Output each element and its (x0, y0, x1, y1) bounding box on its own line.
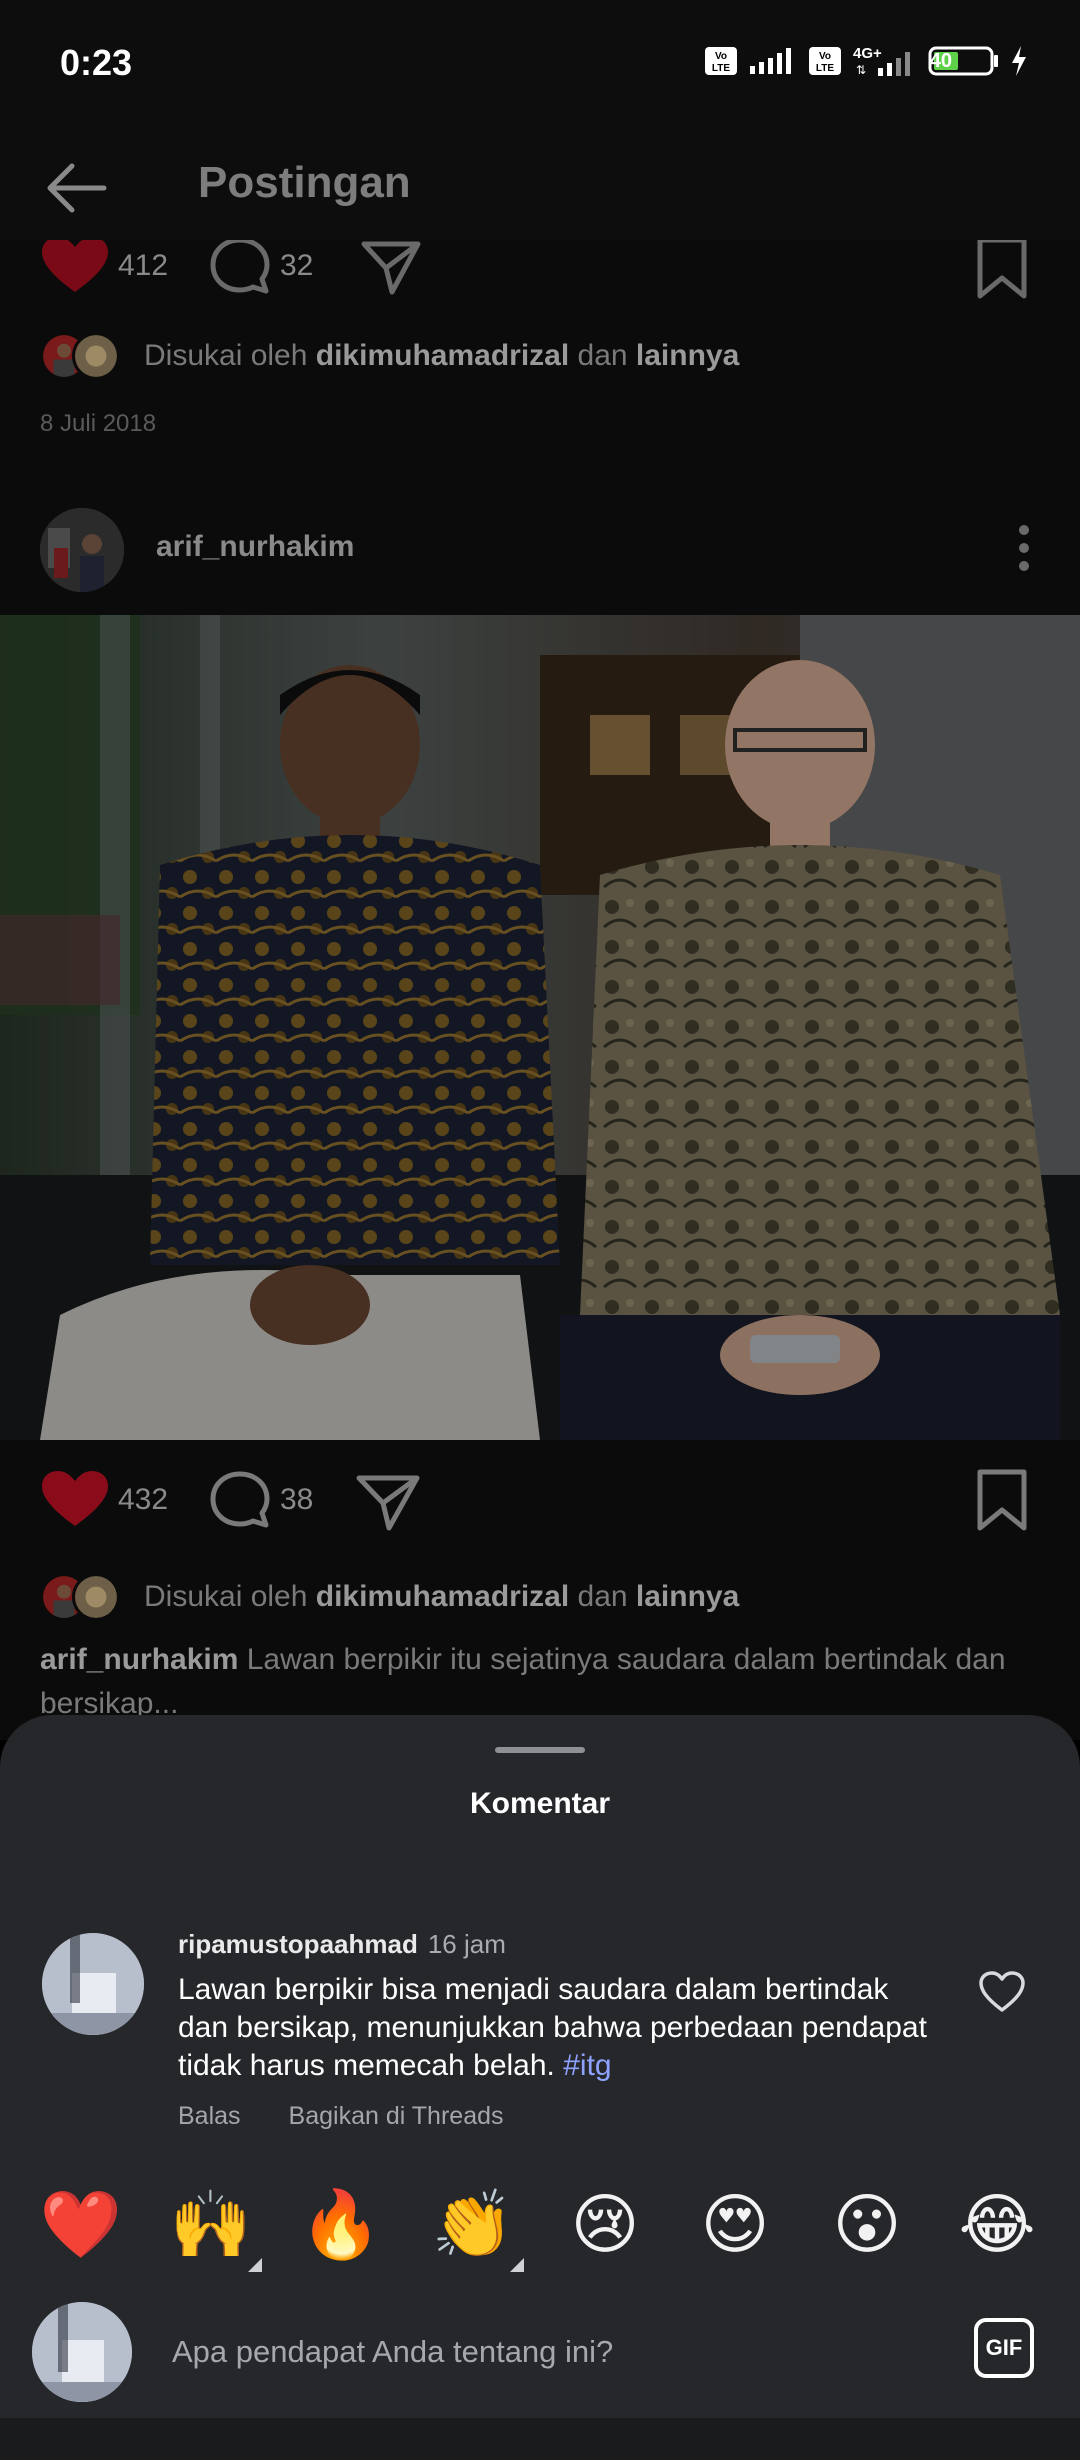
post-actions: 432 38 (0, 1460, 1080, 1550)
post-caption[interactable]: arif_nurhakim Lawan berpikir itu sejatin… (40, 1638, 1050, 1726)
back-arrow-icon[interactable] (40, 152, 112, 224)
navigation-bar (0, 2418, 1080, 2460)
share-icon[interactable] (355, 1472, 421, 1532)
comment-button[interactable]: 38 (208, 1470, 313, 1530)
gif-button[interactable]: GIF (974, 2318, 1034, 2378)
prev-liked-by[interactable]: Disukai oleh dikimuhamadrizal dan lainny… (40, 332, 739, 380)
comments-sheet: Komentar ripamustopaahmad 16 jam Lawan be… (0, 1715, 1080, 2460)
comment-count: 38 (280, 1483, 314, 1516)
post-avatar[interactable] (40, 508, 124, 592)
prev-comment-button[interactable]: 32 (208, 240, 313, 296)
charging-icon (1012, 46, 1026, 76)
post-username[interactable]: arif_nurhakim (156, 530, 354, 564)
caption-username[interactable]: arif_nurhakim (40, 1643, 238, 1676)
comment-actions: Balas Bagikan di Threads (178, 2102, 504, 2131)
comment-item: ripamustopaahmad 16 jam Lawan berpikir bi… (0, 1915, 1080, 2145)
commenter-avatar[interactable] (42, 1933, 144, 2035)
emoji-fire[interactable]: 🔥 (296, 2180, 386, 2270)
more-options-icon[interactable] (1004, 518, 1044, 578)
post-photo[interactable] (0, 615, 1080, 1440)
app-header: Postingan (0, 130, 1080, 240)
liked-by-text: Disukai oleh dikimuhamadrizal dan lainny… (144, 1580, 740, 1613)
signal-icon (750, 48, 791, 74)
post-feed[interactable]: 412 32 Disukai oleh dikimuhamadrizal dan… (0, 240, 1080, 1740)
reply-button[interactable]: Balas (178, 2102, 241, 2131)
svg-text:Vo: Vo (819, 51, 831, 62)
sheet-title: Komentar (469, 1787, 611, 1820)
emoji-raising-hands[interactable]: 🙌 (166, 2180, 262, 2272)
svg-text:LTE: LTE (816, 63, 834, 74)
like-count: 432 (118, 1483, 169, 1516)
heart-filled-icon (42, 1471, 108, 1526)
heart-filled-icon (42, 240, 108, 292)
emoji-surprised-face[interactable]: 😮 (822, 2180, 912, 2270)
status-time: 0:23 (60, 42, 133, 83)
avatar (72, 332, 120, 380)
emoji-tears-of-joy[interactable]: 😂 (952, 2180, 1042, 2270)
heart-outline-icon[interactable] (978, 1970, 1026, 2014)
current-user-avatar (32, 2302, 132, 2402)
emoji-heart-eyes[interactable]: 😍 (690, 2180, 780, 2270)
comment-input-row: Apa pendapat Anda tentang ini? GIF (0, 2290, 1080, 2410)
status-bar: 0:23 Vo LTE Vo LTE 4G+ ⇅ 40 (0, 0, 1080, 130)
prev-like-button[interactable]: 412 (40, 240, 168, 296)
like-button[interactable]: 432 (40, 1470, 168, 1530)
bookmark-icon[interactable] (976, 1468, 1028, 1532)
battery-level: 40 (929, 50, 952, 72)
svg-text:Vo: Vo (715, 51, 727, 62)
volte-icon: VoLTE (705, 47, 737, 75)
prev-post-actions: 412 32 (0, 240, 1080, 316)
comment-text: Lawan berpikir bisa menjadi saudara dala… (178, 1973, 927, 2082)
post-date: 8 Juli 2018 (40, 410, 157, 437)
post-header: arif_nurhakim (0, 490, 1080, 600)
comment-input[interactable]: Apa pendapat Anda tentang ini? (172, 2334, 613, 2370)
comment-time: 16 jam (427, 1929, 506, 1959)
sheet-drag-handle[interactable] (495, 1747, 585, 1753)
volte-icon-2: VoLTE (809, 47, 841, 75)
svg-text:4G+: 4G+ (853, 45, 882, 62)
comment-icon (210, 240, 270, 294)
hashtag-link[interactable]: #itg (563, 2049, 611, 2082)
prev-like-count: 412 (118, 249, 169, 282)
quick-emoji-row: ❤️ 🙌 🔥 👏 😢 😍 😮 😂 (0, 2180, 1080, 2280)
liked-by[interactable]: Disukai oleh dikimuhamadrizal dan lainny… (40, 1573, 739, 1621)
share-threads-button[interactable]: Bagikan di Threads (289, 2102, 504, 2131)
liked-by-text: Disukai oleh dikimuhamadrizal dan lainny… (144, 339, 740, 372)
svg-text:LTE: LTE (712, 63, 730, 74)
signal-4g-icon: 4G+⇅ (853, 45, 910, 77)
svg-text:⇅: ⇅ (856, 63, 866, 77)
emoji-crying-face[interactable]: 😢 (560, 2180, 650, 2270)
emoji-red-heart[interactable]: ❤️ (36, 2180, 126, 2270)
status-icons: Vo LTE Vo LTE 4G+ ⇅ 40 (704, 44, 1028, 78)
comment-icon (210, 1471, 270, 1528)
avatar (72, 1573, 120, 1621)
emoji-clapping-hands[interactable]: 👏 (428, 2180, 524, 2272)
share-icon[interactable] (360, 240, 422, 296)
bookmark-icon[interactable] (976, 240, 1028, 300)
commenter-username[interactable]: ripamustopaahmad 16 jam (178, 1929, 506, 1960)
page-title: Postingan (198, 158, 411, 207)
prev-comment-count: 32 (280, 249, 314, 282)
